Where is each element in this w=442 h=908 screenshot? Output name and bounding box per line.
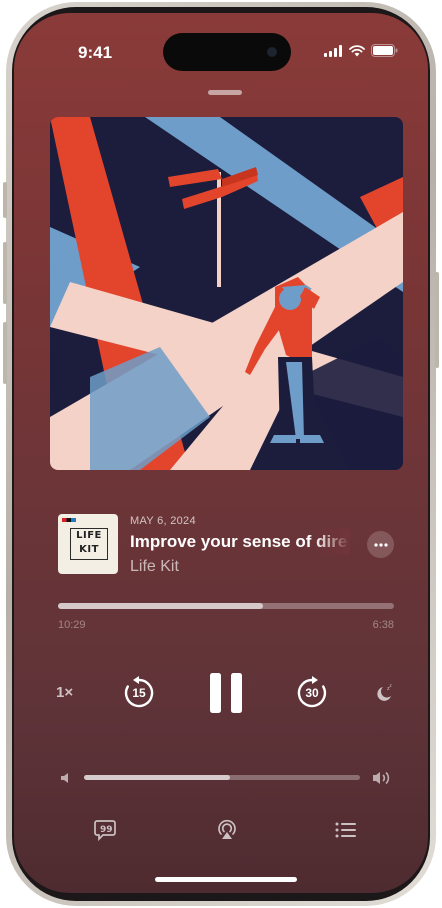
volume-max-indicator (372, 769, 394, 787)
ellipsis-icon (373, 543, 388, 547)
skip-forward-label: 30 (305, 686, 319, 700)
cellular-signal-icon (324, 44, 342, 57)
now-playing-screen: 9:41 LIFE KIT MAY 6, 2024 Improve your s… (14, 13, 428, 893)
svg-text:99: 99 (100, 825, 113, 835)
volume-slider[interactable] (84, 775, 360, 780)
airplay-icon (218, 819, 236, 839)
moon-icon: z z (377, 683, 392, 701)
battery-icon (371, 44, 398, 57)
thumb-logo-line1: LIFE (76, 530, 102, 541)
list-icon (335, 822, 356, 838)
airplay-button[interactable] (216, 819, 238, 841)
volume-min-indicator (59, 771, 73, 785)
life-kit-logo: LIFE KIT (70, 528, 108, 560)
sheet-grabber[interactable] (208, 90, 242, 95)
episode-thumbnail[interactable]: LIFE KIT (58, 514, 118, 574)
volume-up-button (3, 242, 7, 304)
show-name[interactable]: Life Kit (130, 558, 179, 576)
sleep-timer-button[interactable]: z z (374, 683, 394, 703)
power-button (435, 272, 439, 368)
home-indicator[interactable] (155, 877, 297, 882)
status-icons (324, 44, 398, 57)
playback-speed-button[interactable]: 1× (56, 684, 73, 701)
pause-button[interactable] (208, 672, 244, 714)
skip-back-label: 15 (132, 686, 146, 700)
npr-logo-icon (62, 518, 76, 522)
transcript-button[interactable]: 99 (94, 819, 116, 842)
skip-back-button[interactable]: 15 (122, 676, 156, 710)
camera-icon (267, 47, 277, 57)
action-button (3, 182, 7, 218)
episode-artwork (50, 117, 403, 470)
queue-button[interactable] (335, 821, 357, 839)
speaker-high-icon (373, 771, 390, 785)
thumb-logo-line2: KIT (79, 544, 99, 555)
dynamic-island (163, 33, 291, 71)
transcript-quote-icon: 99 (94, 820, 116, 842)
wifi-icon (349, 44, 365, 56)
status-time: 9:41 (78, 43, 113, 62)
playback-scrubber[interactable] (58, 603, 394, 609)
remaining-time: 6:38 (372, 619, 394, 631)
elapsed-time: 10:29 (58, 619, 86, 631)
svg-text:z: z (390, 683, 392, 688)
skip-forward-button[interactable]: 30 (295, 676, 329, 710)
volume-level-fill (84, 775, 231, 780)
speaker-low-icon (61, 773, 68, 783)
title-fade (314, 529, 350, 555)
artwork-illustration (50, 117, 403, 470)
playback-progress-fill (58, 603, 263, 609)
volume-down-button (3, 322, 7, 384)
episode-date: MAY 6, 2024 (130, 515, 196, 527)
more-button[interactable] (367, 531, 394, 558)
pause-icon (210, 673, 242, 713)
